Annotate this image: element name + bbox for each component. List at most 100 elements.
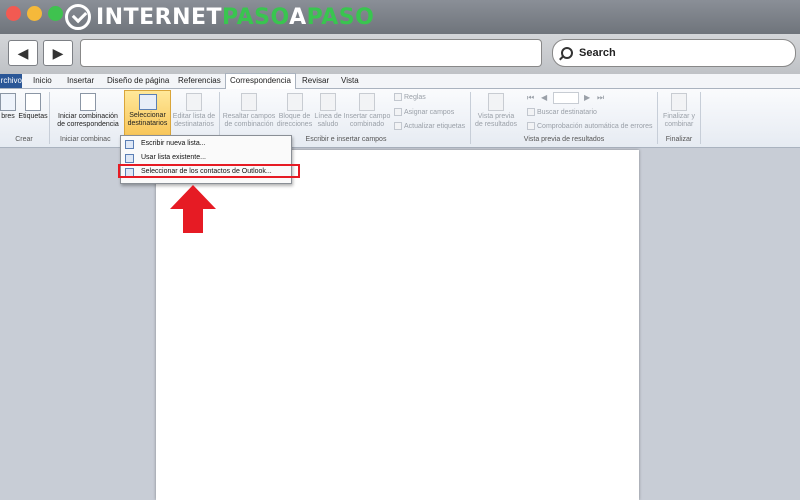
forward-button[interactable]: ▶	[43, 40, 73, 66]
finalizar-label-1: Finalizar y	[663, 113, 695, 120]
window-titlebar: INTERNETPASOAPASO	[0, 0, 800, 34]
tab-archivo[interactable]: rchivo	[0, 74, 22, 88]
finish-merge-icon	[671, 93, 687, 111]
vista-previa-button[interactable]: Vista previa de resultados	[472, 93, 520, 129]
mail-merge-doc-icon	[80, 93, 96, 111]
search-field[interactable]: Search	[552, 39, 796, 67]
menu-item-usar-lista-existente[interactable]: Usar lista existente...	[125, 152, 206, 164]
tab-inicio[interactable]: Inicio	[33, 74, 52, 88]
linea-label-2: saludo	[317, 121, 339, 128]
first-record-icon[interactable]: ⏮	[527, 93, 534, 103]
next-record-icon[interactable]: ▶	[584, 93, 590, 102]
last-record-icon[interactable]: ⏭	[597, 93, 604, 103]
resaltar-label-1: Resaltar campos	[222, 113, 276, 120]
reglas-button[interactable]: Reglas	[394, 93, 426, 101]
iniciar-label-1: Iniciar combinación	[58, 113, 118, 120]
comprobacion-errores-button[interactable]: Comprobación automática de errores	[527, 122, 653, 130]
edit-list-icon	[186, 93, 202, 111]
resaltar-campos-button[interactable]: Resaltar campos de combinación	[222, 93, 276, 129]
seleccionar-label-wrap: Seleccionar destinatarios	[125, 112, 170, 128]
asignar-label: Asignar campos	[404, 108, 455, 116]
finalizar-combinar-button[interactable]: Finalizar y combinar	[660, 93, 698, 129]
seleccionar-label-1: Seleccionar	[129, 112, 166, 119]
address-bar[interactable]	[80, 39, 542, 67]
bloque-label-1: Bloque de	[278, 113, 311, 120]
back-button[interactable]: ◀	[8, 40, 38, 66]
new-list-icon	[125, 139, 134, 149]
linea-saludo-button[interactable]: Línea de saludo	[313, 93, 343, 129]
iniciar-combinacion-button[interactable]: Iniciar combinación de correspondencia	[53, 93, 123, 129]
insertar-campo-button[interactable]: Insertar campo combinado	[343, 93, 391, 129]
tab-vista[interactable]: Vista	[341, 74, 359, 88]
find-recipient-icon	[527, 108, 535, 116]
insert-field-icon	[359, 93, 375, 111]
group-label-iniciar: Iniciar combinac	[60, 136, 111, 143]
editar-lista-button[interactable]: Editar lista de destinatarios	[172, 93, 216, 129]
tab-diseno-pagina[interactable]: Diseño de página	[107, 74, 169, 88]
seleccionar-destinatarios-button[interactable]: Seleccionar destinatarios	[124, 90, 171, 136]
record-number-field[interactable]	[553, 92, 579, 104]
brand-wordmark: INTERNETPASOAPASO	[96, 5, 374, 30]
greeting-line-icon	[320, 93, 336, 111]
editar-label-2: destinatarios	[174, 121, 214, 128]
document-page[interactable]	[156, 150, 639, 500]
etiquetas-label: Etiquetas	[18, 113, 48, 120]
iniciar-label-2: de correspondencia	[57, 121, 119, 128]
tab-revisar[interactable]: Revisar	[302, 74, 329, 88]
close-window-button[interactable]	[6, 6, 21, 21]
match-fields-icon	[394, 108, 402, 116]
etiquetas-button[interactable]: Etiquetas	[17, 93, 49, 121]
actualizar-etiquetas-button[interactable]: Actualizar etiquetas	[394, 122, 465, 130]
tab-referencias[interactable]: Referencias	[178, 74, 221, 88]
resaltar-label-2: de combinación	[224, 121, 274, 128]
buscar-label: Buscar destinatario	[537, 108, 597, 116]
check-logo-icon	[65, 4, 91, 30]
seleccionar-label-2: destinatarios	[127, 120, 168, 127]
group-label-crear: Crear	[15, 136, 33, 143]
comprobacion-label: Comprobación automática de errores	[537, 122, 653, 130]
finalizar-label-2: combinar	[664, 121, 694, 128]
menu-item-escribir-nueva-lista[interactable]: Escribir nueva lista...	[125, 138, 206, 150]
bloque-direcciones-button[interactable]: Bloque de direcciones	[276, 93, 313, 129]
tab-insertar[interactable]: Insertar	[67, 74, 94, 88]
rules-icon	[394, 93, 402, 101]
update-labels-icon	[394, 122, 402, 130]
group-separator	[657, 92, 658, 144]
group-separator	[700, 92, 701, 144]
asignar-campos-button[interactable]: Asignar campos	[394, 108, 454, 116]
brand-part-internet: INTERNET	[96, 4, 223, 30]
bloque-label-2: direcciones	[276, 121, 313, 128]
recipients-icon	[138, 94, 157, 110]
menu-item-label: Usar lista existente...	[141, 154, 206, 161]
highlight-annotation-box	[118, 164, 300, 178]
actualizar-label: Actualizar etiquetas	[404, 122, 466, 130]
forward-arrow-icon: ▶	[52, 44, 64, 61]
tab-correspondencia[interactable]: Correspondencia	[225, 73, 296, 90]
vista-label-1: Vista previa	[477, 113, 515, 120]
group-separator	[49, 92, 50, 144]
existing-list-icon	[125, 153, 134, 163]
previous-record-icon[interactable]: ◀	[541, 93, 547, 102]
sobres-button[interactable]: bres	[0, 93, 16, 121]
search-icon	[561, 47, 573, 59]
back-arrow-icon: ◀	[17, 44, 29, 61]
sobres-label: bres	[1, 113, 15, 120]
address-block-icon	[286, 93, 303, 111]
highlight-fields-icon	[241, 93, 257, 111]
editar-label-1: Editar lista de	[172, 113, 216, 120]
group-label-vista-previa: Vista previa de resultados	[523, 136, 605, 143]
minimize-window-button[interactable]	[27, 6, 42, 21]
insertar-label-1: Insertar campo	[343, 113, 391, 120]
brand-part-paso-2: PASO	[306, 4, 375, 30]
zoom-window-button[interactable]	[48, 6, 63, 21]
red-arrow-icon	[170, 185, 216, 233]
check-errors-icon	[527, 122, 535, 130]
menu-item-label: Escribir nueva lista...	[141, 140, 206, 147]
buscar-destinatario-button[interactable]: Buscar destinatario	[527, 108, 597, 116]
vista-label-2: de resultados	[474, 121, 518, 128]
group-label-finalizar: Finalizar	[665, 136, 693, 143]
brand-logo: INTERNETPASOAPASO	[65, 2, 374, 32]
envelope-icon	[0, 93, 16, 111]
reglas-label: Reglas	[404, 93, 426, 101]
group-separator	[470, 92, 471, 144]
